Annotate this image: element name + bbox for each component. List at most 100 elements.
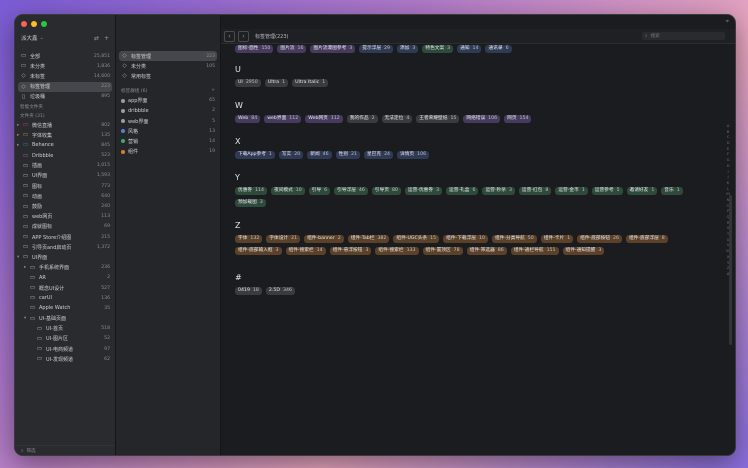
tag-chip[interactable]: 王者荣耀壁纸 15 — [416, 115, 460, 123]
tag-chip[interactable]: 组件-banner 2 — [304, 235, 344, 243]
tag-chip[interactable]: Ultra 1 — [264, 79, 289, 87]
filter-bar[interactable]: ⌕ 筛选 — [15, 445, 115, 455]
folder-item[interactable]: ▾ ▭ UI界面 — [15, 252, 115, 262]
tag-chip[interactable]: 组件-UGC头条 15 — [393, 235, 440, 243]
tag-chip[interactable]: 引导 6 — [308, 187, 331, 195]
tag-chip[interactable]: 提示浮层 29 — [359, 45, 393, 53]
folder-item[interactable]: ▭ 图标 773 — [15, 181, 115, 191]
sync-icon[interactable]: ⇄ — [94, 35, 99, 42]
tag-chip[interactable]: 无法定位 4 — [381, 115, 413, 123]
forward-button[interactable]: › — [238, 30, 249, 42]
tag-chip[interactable]: 性别 21 — [335, 151, 360, 159]
tag-group-item[interactable]: 营销 14 — [116, 136, 220, 146]
tag-chip[interactable]: 详情页 106 — [397, 151, 430, 159]
tag-group-item[interactable]: dribbble 2 — [116, 106, 220, 116]
tag-chip[interactable]: 通讯录 6 — [485, 45, 512, 53]
library-title[interactable]: 派大鑫 — [21, 34, 38, 42]
folder-item[interactable]: ▭ 成就图标 69 — [15, 222, 115, 232]
tag-chip[interactable]: UI 2950 — [235, 79, 261, 87]
search-input[interactable]: ⌕ 搜索 — [642, 32, 725, 40]
tag-chip[interactable]: 组件-底部输入框 3 — [235, 247, 282, 255]
folder-item[interactable]: ▾ ▭ UI-基础页面 — [15, 314, 115, 324]
tag-chip[interactable]: 引导页 80 — [371, 187, 401, 195]
tag-chip[interactable]: 组件-Tab栏 382 — [347, 235, 390, 243]
folder-item[interactable]: ▭ UI-图片区 52 — [15, 334, 115, 344]
disclosure-arrow-icon[interactable]: ▾ — [17, 255, 21, 260]
tag-chip[interactable]: 组件-搜索栏 14 — [285, 247, 326, 255]
folder-item[interactable]: ▭ 动画 640 — [15, 191, 115, 201]
scrollbar[interactable] — [729, 195, 732, 345]
sidebar-item[interactable]: ◇ 未标签 14,600 — [15, 71, 115, 81]
tag-chip[interactable]: 优惠券 114 — [235, 187, 268, 195]
tag-panel-item[interactable]: ◇ 未分类 105 — [116, 61, 220, 71]
folder-item[interactable]: ▭ 概念UI设计 527 — [15, 283, 115, 293]
tag-chip[interactable]: 写实 20 — [278, 151, 304, 159]
tag-chip[interactable]: 我的作品 2 — [346, 115, 378, 123]
tag-chip[interactable]: 星巴克 24 — [363, 151, 394, 159]
back-button[interactable]: ‹ — [224, 30, 235, 42]
tag-chip[interactable]: 引导浮层 46 — [334, 187, 368, 195]
tag-chip[interactable]: 组件-分类导航 50 — [491, 235, 537, 243]
tag-chip[interactable]: 组件-卡片 1 — [540, 235, 574, 243]
folder-item[interactable]: ▭ APP Store介绍图 215 — [15, 232, 115, 242]
tag-panel-item[interactable]: ◇ 标签管理 223 — [119, 51, 217, 62]
tag-chip[interactable]: Web 84 — [235, 115, 261, 123]
folder-item[interactable]: ▭ UI界面 1,593 — [15, 171, 115, 181]
sidebar-item[interactable]: ▯ 垃圾桶 895 — [15, 92, 115, 102]
folder-item[interactable]: ▸ ▭ 微信直播 802 — [15, 120, 115, 130]
tag-chip[interactable]: Web网页 112 — [305, 115, 343, 123]
add-icon[interactable]: + — [104, 35, 109, 42]
tag-chip[interactable]: 图片流瀑图参考 3 — [310, 45, 356, 53]
sidebar-item[interactable]: ▭ 全部 25,851 — [15, 51, 115, 61]
folder-item[interactable]: ▭ Apple Watch 35 — [15, 303, 115, 313]
tag-group-item[interactable]: 风格 13 — [116, 126, 220, 136]
folder-item[interactable]: ▭ AR 2 — [15, 273, 115, 283]
tag-chip[interactable]: 预加载图 3 — [235, 199, 266, 207]
tag-chip[interactable]: 组件-筛选器 86 — [466, 247, 507, 255]
disclosure-arrow-icon[interactable]: ▾ — [24, 316, 28, 321]
folder-item[interactable]: ▭ UI-发现频道 62 — [15, 354, 115, 364]
tag-chip[interactable]: 邀请好友 1 — [626, 187, 658, 195]
tag-chip[interactable]: 图片流 16 — [277, 45, 307, 53]
folder-item[interactable]: ▭ 鼓励 240 — [15, 201, 115, 211]
tag-chip[interactable]: 图标-面性 150 — [235, 45, 274, 53]
folder-item[interactable]: ▸ ▭ 字体收集 135 — [15, 130, 115, 140]
tag-chip[interactable]: 夜间模式 10 — [271, 187, 305, 195]
folder-item[interactable]: ▭ UI-首页 518 — [15, 324, 115, 334]
tag-chip[interactable]: 特色文案 3 — [422, 45, 454, 53]
tag-chip[interactable]: 网页 154 — [504, 115, 532, 123]
tag-chip[interactable]: 运营-红包 8 — [518, 187, 552, 195]
tag-chip[interactable]: 运营-金币 1 — [555, 187, 588, 195]
tag-chip[interactable]: 添加 3 — [397, 45, 419, 53]
folder-item[interactable]: ▭ carUI 136 — [15, 293, 115, 303]
tag-chip[interactable]: 运营-礼盒 6 — [446, 187, 479, 195]
tag-chip[interactable]: 字体 132 — [235, 235, 263, 243]
tag-chip[interactable]: 组件-底部按钮 26 — [577, 235, 622, 243]
tag-chip[interactable]: Ultra Italic 1 — [292, 79, 329, 87]
folder-item[interactable]: ▭ 引导页and启动页 1,372 — [15, 242, 115, 252]
disclosure-arrow-icon[interactable]: ▸ — [17, 133, 21, 138]
tag-group-item[interactable]: web界面 5 — [116, 116, 220, 126]
folder-item[interactable]: ▸ ▭ Behance 845 — [15, 140, 115, 150]
disclosure-arrow-icon[interactable]: ▸ — [17, 123, 21, 128]
tag-chip[interactable]: 组件-下载浮层 10 — [443, 235, 488, 243]
folder-item[interactable]: ▸ ▭ 手机系统界面 236 — [15, 263, 115, 273]
tag-chip[interactable]: 2.5D 346 — [265, 287, 295, 295]
tag-chip[interactable]: 通知 14 — [457, 45, 482, 53]
folder-item[interactable]: ▭ web网页 113 — [15, 212, 115, 222]
zoom-window-button[interactable] — [41, 21, 47, 27]
tag-chip[interactable]: 0419 18 — [235, 287, 262, 295]
folder-item[interactable]: ▭ UI-电商频道 97 — [15, 344, 115, 354]
tag-chip[interactable]: 组件-搜索栏 133 — [375, 247, 419, 255]
tag-chip[interactable]: 组件-悬浮按钮 3 — [329, 247, 372, 255]
disclosure-arrow-icon[interactable]: ▸ — [17, 143, 21, 148]
tag-chip[interactable]: 音乐 1 — [661, 187, 683, 195]
pin-icon[interactable]: ⌖ — [726, 18, 729, 26]
tag-chip[interactable]: 组件-置顶区 78 — [422, 247, 463, 255]
folder-item[interactable]: ▭ Dribbble 523 — [15, 151, 115, 161]
tag-chip[interactable]: 运营参考 5 — [591, 187, 623, 195]
close-window-button[interactable] — [21, 21, 27, 27]
tag-chip[interactable]: 运营-秒杀 3 — [482, 187, 515, 195]
tag-chip[interactable]: 组件-通栏导航 151 — [510, 247, 559, 255]
tag-chip[interactable]: 新闻 46 — [307, 151, 332, 159]
